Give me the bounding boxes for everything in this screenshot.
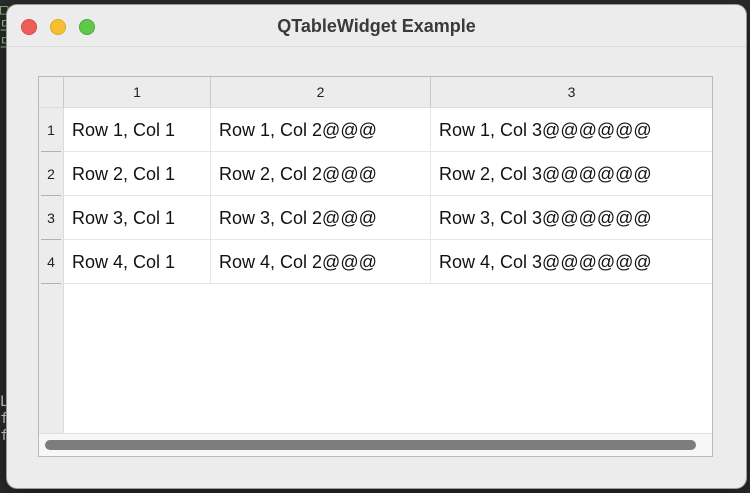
row-header: 1 2 3 4: [39, 108, 64, 456]
table-cell[interactable]: Row 1, Col 3@@@@@@: [431, 108, 713, 152]
table-cell[interactable]: Row 4, Col 1: [64, 240, 211, 284]
table-row: Row 3, Col 1 Row 3, Col 2@@@ Row 3, Col …: [64, 196, 712, 240]
app-window: QTableWidget Example 1 2 3 1 2 3 4 Row 1…: [7, 5, 746, 488]
row-header-4[interactable]: 4: [39, 240, 63, 284]
column-header-2[interactable]: 2: [211, 77, 431, 107]
table-cell[interactable]: Row 3, Col 2@@@: [211, 196, 431, 240]
row-header-3[interactable]: 3: [39, 196, 63, 240]
table-cell[interactable]: Row 3, Col 1: [64, 196, 211, 240]
row-header-1[interactable]: 1: [39, 108, 63, 152]
table-corner-button[interactable]: [39, 77, 64, 108]
table-cell[interactable]: Row 1, Col 2@@@: [211, 108, 431, 152]
table-cell[interactable]: Row 2, Col 3@@@@@@: [431, 152, 713, 196]
table-row: Row 4, Col 1 Row 4, Col 2@@@ Row 4, Col …: [64, 240, 712, 284]
window-title: QTableWidget Example: [277, 16, 476, 36]
column-header-3[interactable]: 3: [431, 77, 712, 107]
title-bar[interactable]: QTableWidget Example: [7, 5, 746, 47]
horizontal-scrollbar[interactable]: [39, 433, 712, 456]
table-row: Row 2, Col 1 Row 2, Col 2@@@ Row 2, Col …: [64, 152, 712, 196]
table-cell[interactable]: Row 4, Col 2@@@: [211, 240, 431, 284]
table-body: Row 1, Col 1 Row 1, Col 2@@@ Row 1, Col …: [64, 108, 712, 434]
table-cell[interactable]: Row 4, Col 3@@@@@@: [431, 240, 713, 284]
table-row: Row 1, Col 1 Row 1, Col 2@@@ Row 1, Col …: [64, 108, 712, 152]
row-header-2[interactable]: 2: [39, 152, 63, 196]
column-header: 1 2 3: [64, 77, 712, 108]
table-cell[interactable]: Row 3, Col 3@@@@@@: [431, 196, 713, 240]
table-cell[interactable]: Row 1, Col 1: [64, 108, 211, 152]
column-header-1[interactable]: 1: [64, 77, 211, 107]
table-cell[interactable]: Row 2, Col 1: [64, 152, 211, 196]
table-widget[interactable]: 1 2 3 1 2 3 4 Row 1, Col 1 Row 1, Col 2@…: [38, 76, 713, 457]
table-cell[interactable]: Row 2, Col 2@@@: [211, 152, 431, 196]
horizontal-scrollbar-thumb[interactable]: [45, 440, 696, 450]
